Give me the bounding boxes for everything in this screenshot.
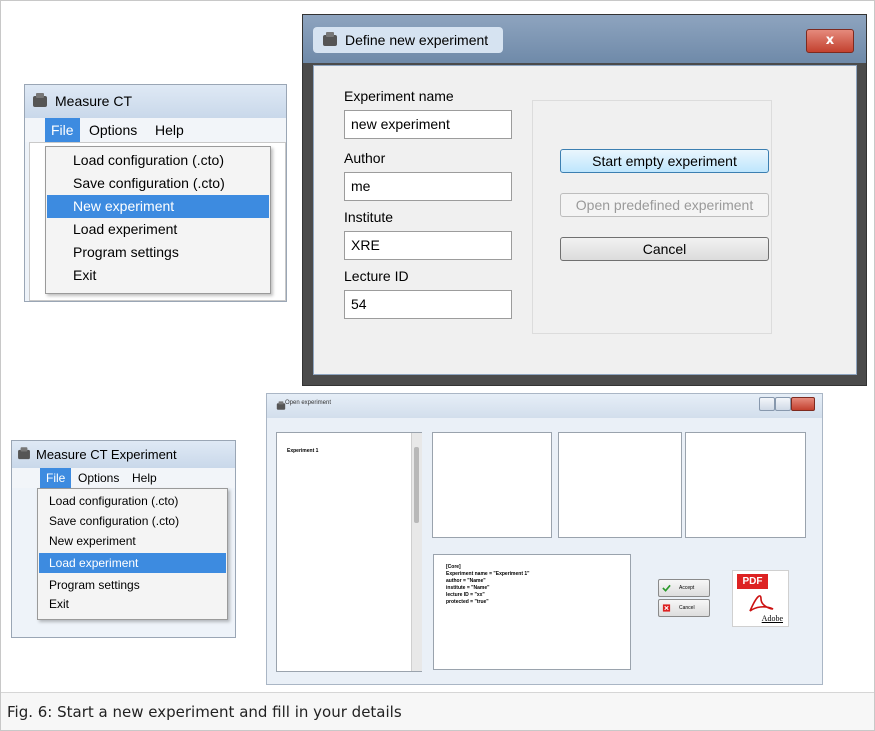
app-icon	[33, 93, 47, 107]
window-title: Measure CT Experiment	[36, 447, 177, 462]
lecture-id-input[interactable]: 54	[344, 290, 512, 319]
author-label: Author	[344, 150, 386, 166]
cancel-button[interactable]: Cancel	[560, 237, 769, 261]
adobe-label: Adobe	[761, 614, 783, 623]
details-line: [Core]	[446, 564, 461, 570]
menu-item-exit[interactable]: Exit	[39, 594, 226, 614]
details-line: lecture ID = "xx"	[446, 592, 485, 598]
pdf-icon[interactable]: PDF Adobe	[732, 570, 789, 627]
menu-options[interactable]: Options	[83, 122, 143, 138]
lecture-id-label: Lecture ID	[344, 268, 409, 284]
start-empty-experiment-button[interactable]: Start empty experiment	[560, 149, 769, 173]
accept-label: Accept	[679, 585, 695, 591]
app-icon	[276, 401, 286, 410]
title-bar: Open experiment	[267, 394, 822, 418]
close-button[interactable]	[791, 397, 815, 411]
open-predefined-experiment-button[interactable]: Open predefined experiment	[560, 193, 769, 217]
institute-label: Institute	[344, 209, 394, 225]
menu-bar: File Options Help	[25, 118, 286, 142]
menu-options[interactable]: Options	[72, 471, 125, 485]
scroll-thumb[interactable]	[414, 447, 419, 523]
menu-item-save-configuration[interactable]: Save configuration (.cto)	[39, 511, 226, 531]
institute-input[interactable]: XRE	[344, 231, 512, 260]
menu-item-load-configuration[interactable]: Load configuration (.cto)	[39, 491, 226, 511]
menu-item-save-configuration[interactable]: Save configuration (.cto)	[47, 172, 269, 195]
define-experiment-dialog: Define new experiment x Experiment name …	[302, 14, 867, 386]
list-item[interactable]: Experiment 1	[287, 448, 318, 454]
menu-item-program-settings[interactable]: Program settings	[47, 241, 269, 264]
title-tab: Define new experiment	[313, 27, 503, 53]
actions-group: Start empty experiment Open predefined e…	[532, 100, 772, 334]
window-title: Open experiment	[285, 400, 332, 406]
details-line: author = "Name"	[446, 578, 486, 584]
cancel-button[interactable]: Cancel	[658, 599, 710, 617]
menu-item-new-experiment[interactable]: New experiment	[47, 195, 269, 218]
minimize-button[interactable]	[759, 397, 775, 411]
menu-item-program-settings[interactable]: Program settings	[39, 575, 226, 595]
file-menu-dropdown: Load configuration (.cto) Save configura…	[45, 146, 271, 294]
author-input[interactable]: me	[344, 172, 512, 201]
preview-pane-2	[558, 432, 682, 538]
accept-button[interactable]: Accept	[658, 579, 710, 597]
title-bar: Measure CT Experiment	[12, 441, 235, 468]
menu-help[interactable]: Help	[126, 471, 163, 485]
menu-item-load-experiment[interactable]: Load experiment	[39, 553, 226, 573]
app-icon	[18, 447, 30, 460]
details-line: Experiment name = "Experiment 1"	[446, 571, 530, 577]
experiment-name-input[interactable]: new experiment	[344, 110, 512, 139]
pdf-label: PDF	[737, 574, 768, 589]
preview-pane-1	[432, 432, 552, 538]
close-button[interactable]: x	[806, 29, 854, 53]
cancel-label: Cancel	[679, 605, 695, 611]
app-icon	[323, 32, 337, 46]
cancel-icon	[662, 604, 671, 612]
details-line: protected = "true"	[446, 599, 489, 605]
checkmark-icon	[662, 584, 671, 592]
preview-pane-3	[685, 432, 806, 538]
dialog-content: Experiment name new experiment Author me…	[313, 65, 857, 375]
dialog-title: Define new experiment	[345, 32, 489, 48]
maximize-button[interactable]	[775, 397, 791, 411]
menu-help[interactable]: Help	[149, 122, 190, 138]
file-menu-dropdown: Load configuration (.cto) Save configura…	[37, 488, 228, 620]
menu-item-exit[interactable]: Exit	[47, 264, 269, 287]
window-title: Measure CT	[55, 93, 133, 109]
open-experiment-window: Open experiment Experiment 1 [Core] Expe…	[266, 393, 823, 685]
menu-file[interactable]: File	[45, 118, 80, 142]
menu-item-load-experiment[interactable]: Load experiment	[47, 218, 269, 241]
menu-file[interactable]: File	[40, 468, 72, 488]
menu-item-load-configuration[interactable]: Load configuration (.cto)	[47, 149, 269, 172]
experiment-list[interactable]: Experiment 1	[276, 432, 422, 672]
title-bar: Measure CT	[25, 85, 286, 118]
menu-bar: File Options Help	[12, 468, 235, 488]
menu-item-new-experiment[interactable]: New experiment	[39, 531, 226, 551]
list-scrollbar[interactable]	[411, 433, 422, 671]
experiment-details: [Core] Experiment name = "Experiment 1" …	[433, 554, 631, 670]
experiment-name-label: Experiment name	[344, 88, 454, 104]
title-bar: Define new experiment x	[303, 15, 866, 63]
details-line: institute = "Name"	[446, 585, 490, 591]
adobe-logo-icon	[749, 595, 774, 612]
figure-caption: Fig. 6: Start a new experiment and fill …	[1, 692, 874, 730]
